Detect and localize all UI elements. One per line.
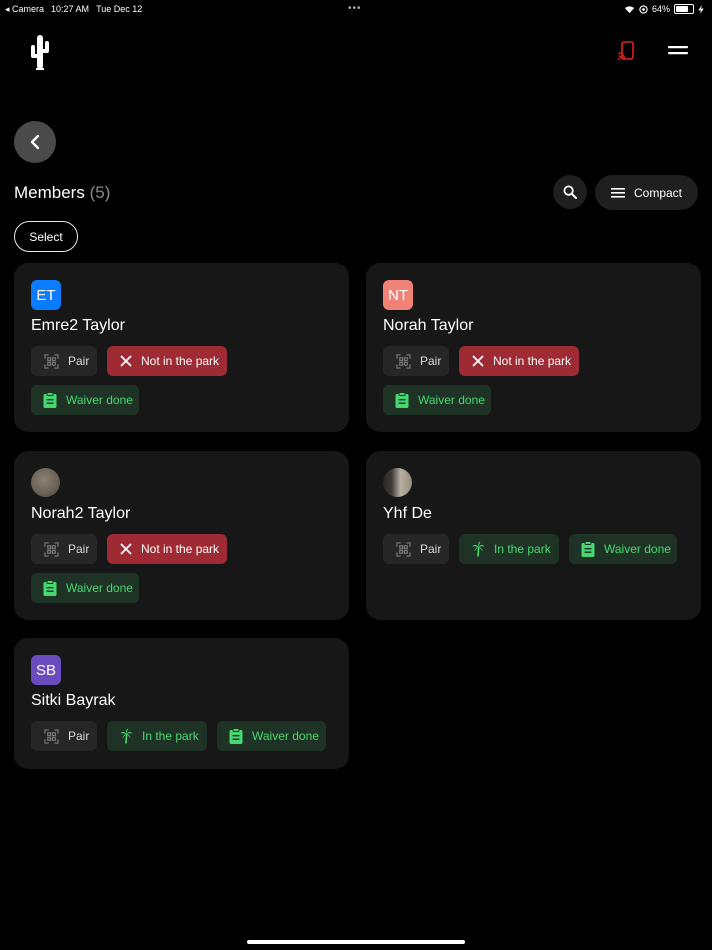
pair-button[interactable]: Pair — [31, 534, 97, 564]
member-card[interactable]: SB Sitki Bayrak Pair In the park Waiver … — [14, 638, 349, 769]
list-view-icon — [610, 187, 625, 198]
park-status-label: Not in the park — [141, 542, 220, 556]
clipboard-icon — [581, 541, 595, 557]
battery-icon — [674, 4, 694, 14]
close-x-icon — [472, 355, 484, 367]
clipboard-icon — [229, 728, 243, 744]
location-icon — [639, 4, 648, 14]
park-status-badge[interactable]: Not in the park — [459, 346, 579, 376]
qr-scan-icon — [396, 353, 411, 369]
member-name: Norah Taylor — [383, 317, 474, 334]
status-date: Tue Dec 12 — [96, 4, 143, 14]
avatar — [31, 468, 60, 497]
park-status-label: In the park — [494, 542, 551, 556]
members-count: (5) — [89, 183, 111, 202]
search-button[interactable] — [553, 175, 587, 209]
pair-label: Pair — [68, 729, 90, 743]
qr-scan-icon — [44, 541, 59, 557]
waiver-status-badge[interactable]: Waiver done — [569, 534, 677, 564]
park-status-badge[interactable]: In the park — [459, 534, 559, 564]
pair-button[interactable]: Pair — [383, 534, 449, 564]
select-button[interactable]: Select — [14, 221, 78, 252]
qr-scan-icon — [396, 541, 411, 557]
compact-view-button[interactable]: Compact — [595, 175, 698, 210]
avatar: SB — [31, 655, 61, 685]
qr-scan-icon — [44, 353, 59, 369]
waiver-status-badge[interactable]: Waiver done — [217, 721, 326, 751]
park-status-badge[interactable]: Not in the park — [107, 534, 227, 564]
park-status-label: Not in the park — [493, 354, 572, 368]
member-card[interactable]: ET Emre2 Taylor Pair Not in the park Wai… — [14, 263, 349, 432]
battery-percentage: 64% — [651, 4, 670, 14]
member-card[interactable]: Norah2 Taylor Pair Not in the park Waive… — [14, 451, 349, 620]
waiver-label: Waiver done — [66, 581, 133, 595]
members-title: Members (5) — [14, 183, 110, 203]
waiver-label: Waiver done — [252, 729, 319, 743]
clipboard-icon — [43, 580, 57, 596]
close-x-icon — [120, 355, 132, 367]
multitasking-dots-icon[interactable]: ••• — [348, 3, 362, 14]
waiver-status-badge[interactable]: Waiver done — [383, 385, 491, 415]
qr-scan-icon — [44, 728, 59, 744]
chevron-left-icon — [30, 134, 40, 150]
waiver-status-badge[interactable]: Waiver done — [31, 385, 139, 415]
member-name: Yhf De — [383, 505, 432, 522]
pair-label: Pair — [68, 354, 90, 368]
waiver-label: Waiver done — [418, 393, 485, 407]
waiver-label: Waiver done — [66, 393, 133, 407]
pair-label: Pair — [420, 542, 442, 556]
waiver-label: Waiver done — [604, 542, 671, 556]
member-name: Emre2 Taylor — [31, 317, 125, 334]
hamburger-menu-icon[interactable] — [668, 43, 688, 57]
back-to-app-link[interactable]: ◂ Camera — [5, 4, 44, 15]
compact-view-label: Compact — [633, 185, 683, 200]
cactus-icon[interactable] — [28, 32, 52, 72]
avatar: ET — [31, 280, 61, 310]
member-name: Norah2 Taylor — [31, 505, 131, 522]
avatar: NT — [383, 280, 413, 310]
pair-label: Pair — [420, 354, 442, 368]
pair-button[interactable]: Pair — [383, 346, 449, 376]
back-button[interactable] — [14, 121, 56, 163]
close-x-icon — [120, 543, 132, 555]
park-status-label: Not in the park — [141, 354, 220, 368]
pair-label: Pair — [68, 542, 90, 556]
search-icon — [563, 185, 577, 199]
clipboard-icon — [43, 392, 57, 408]
park-status-badge[interactable]: In the park — [107, 721, 207, 751]
park-status-label: In the park — [142, 729, 199, 743]
waiver-status-badge[interactable]: Waiver done — [31, 573, 139, 603]
palm-tree-icon — [120, 728, 133, 744]
status-time: 10:27 AM — [51, 4, 90, 14]
home-indicator[interactable] — [247, 940, 465, 944]
pair-button[interactable]: Pair — [31, 721, 97, 751]
wifi-icon — [624, 5, 635, 13]
park-status-badge[interactable]: Not in the park — [107, 346, 227, 376]
members-title-label: Members — [14, 183, 85, 202]
palm-tree-icon — [472, 541, 485, 557]
member-card[interactable]: NT Norah Taylor Pair Not in the park Wai… — [366, 263, 701, 432]
member-name: Sitki Bayrak — [31, 692, 116, 709]
cast-icon[interactable] — [618, 41, 636, 61]
charging-bolt-icon — [698, 4, 704, 14]
pair-button[interactable]: Pair — [31, 346, 97, 376]
clipboard-icon — [395, 392, 409, 408]
avatar — [383, 468, 412, 497]
member-card[interactable]: Yhf De Pair In the park Waiver done — [366, 451, 701, 620]
status-bar: ◂ Camera 10:27 AM Tue Dec 12 ••• 64% — [0, 0, 712, 18]
